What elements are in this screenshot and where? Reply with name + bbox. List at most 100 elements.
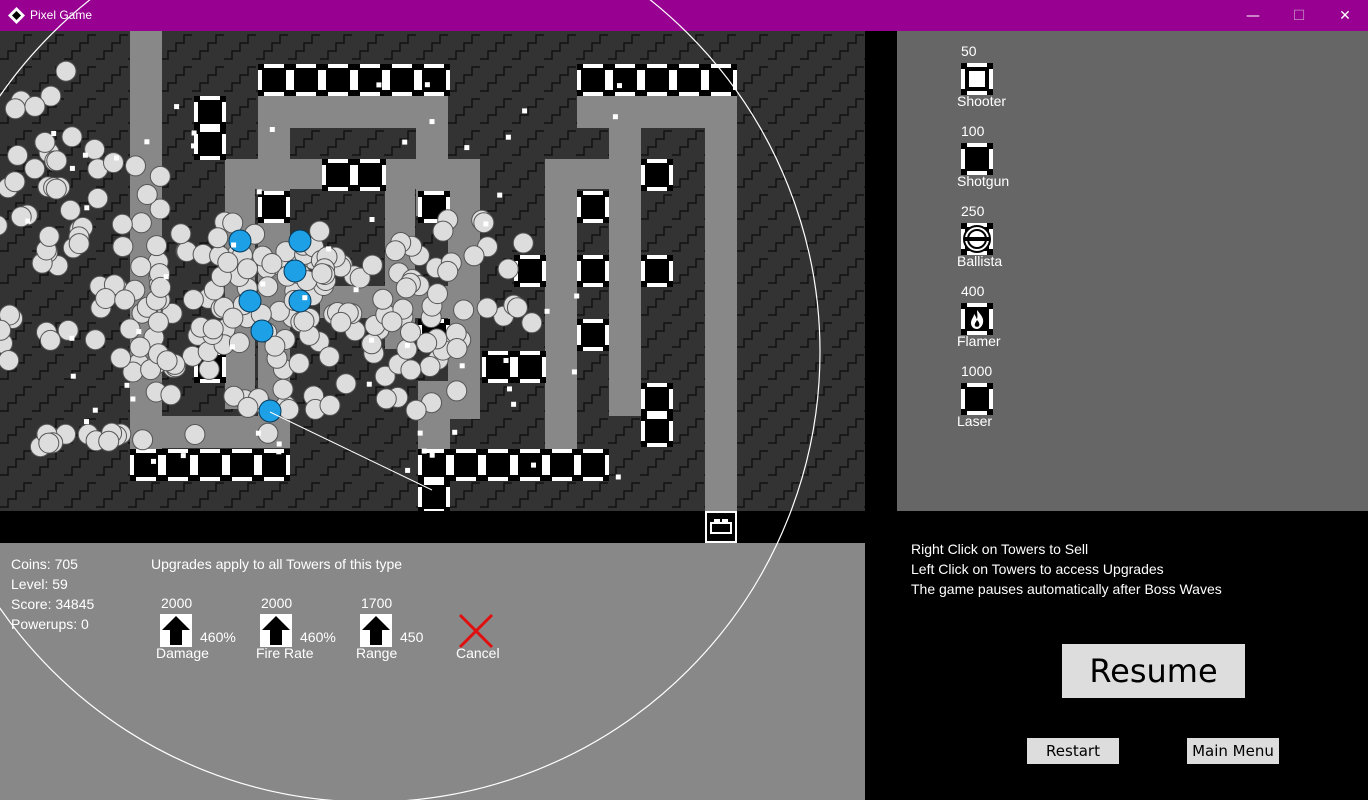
enemy — [319, 394, 341, 416]
restart-button[interactable]: Restart — [1027, 738, 1119, 764]
enemy — [261, 253, 283, 274]
enemy — [55, 60, 77, 82]
projectile — [84, 419, 89, 425]
projectile — [452, 429, 458, 435]
enemy — [156, 350, 178, 372]
enemy — [111, 213, 133, 235]
projectile — [531, 462, 536, 468]
shop-item-name: Flamer — [957, 333, 1001, 349]
resume-button[interactable]: Resume — [1062, 644, 1245, 698]
enemy — [10, 206, 32, 228]
shotgun-tower[interactable] — [577, 319, 609, 351]
projectile — [260, 281, 266, 287]
shotgun-tower[interactable] — [418, 64, 450, 96]
hint-pause: The game pauses automatically after Boss… — [911, 581, 1222, 597]
enemy — [446, 380, 468, 402]
shotgun-tower[interactable] — [641, 64, 673, 96]
shotgun-tower[interactable] — [162, 449, 194, 481]
laser-tower-icon — [961, 383, 993, 415]
shotgun-tower[interactable] — [514, 449, 546, 481]
title-bar[interactable]: Pixel Game — ☐ ✕ — [0, 0, 1368, 31]
shotgun-tower[interactable] — [482, 449, 514, 481]
projectile — [429, 452, 435, 458]
shotgun-tower[interactable] — [322, 64, 354, 96]
shop-item-shotgun[interactable]: 100 Shotgun — [957, 111, 1047, 191]
shotgun-tower[interactable] — [322, 159, 354, 191]
close-button[interactable]: ✕ — [1322, 0, 1368, 31]
shotgun-tower[interactable] — [354, 159, 386, 191]
enemy — [400, 359, 422, 381]
shotgun-tower[interactable] — [194, 449, 226, 481]
shotgun-tower[interactable] — [673, 64, 705, 96]
shotgun-tower[interactable] — [482, 351, 514, 383]
shotgun-tower[interactable] — [577, 255, 609, 287]
shotgun-tower[interactable] — [258, 64, 290, 96]
shotgun-tower[interactable] — [130, 449, 162, 481]
upgrade-range[interactable]: 1700 450 Range — [356, 595, 456, 665]
shop-item-shooter[interactable]: 50 Shooter — [957, 31, 1047, 111]
projectile — [424, 82, 430, 88]
projectile — [130, 396, 136, 402]
enemy — [119, 318, 141, 340]
upgrade-value: 460% — [200, 629, 236, 645]
shotgun-tower[interactable] — [641, 159, 673, 191]
main-menu-button[interactable]: Main Menu — [1187, 738, 1279, 764]
projectile — [276, 441, 282, 447]
projectile — [522, 108, 528, 114]
shop-item-flamer[interactable]: 400 Flamer — [957, 271, 1047, 351]
shop-item-price: 1000 — [961, 363, 993, 379]
shotgun-tower[interactable] — [546, 449, 578, 481]
upgrade-fire-rate[interactable]: 2000 460% Fire Rate — [256, 595, 356, 665]
shotgun-tower[interactable] — [577, 64, 609, 96]
enemy — [4, 98, 26, 120]
game-board[interactable] — [0, 31, 865, 511]
enemy — [146, 235, 168, 257]
cancel-label[interactable]: Cancel — [456, 645, 500, 661]
shotgun-tower[interactable] — [194, 96, 226, 128]
enemy — [61, 126, 83, 148]
shop-item-ballista[interactable]: 250 Ballista — [957, 191, 1047, 271]
shotgun-tower[interactable] — [514, 255, 546, 287]
enemy — [237, 396, 259, 418]
laser-tower[interactable] — [641, 255, 673, 287]
enemy — [396, 338, 418, 360]
shotgun-tower[interactable] — [577, 449, 609, 481]
projectile — [353, 287, 359, 293]
projectile — [417, 430, 423, 436]
shotgun-tower[interactable] — [386, 64, 418, 96]
shotgun-tower[interactable] — [450, 449, 482, 481]
upgrade-cost: 2000 — [261, 595, 293, 611]
projectile — [617, 83, 622, 89]
shotgun-tower[interactable] — [354, 64, 386, 96]
shotgun-tower[interactable] — [290, 64, 322, 96]
upgrade-damage[interactable]: 2000 460% Damage — [156, 595, 256, 665]
laser-tower[interactable] — [418, 481, 450, 511]
shotgun-tower[interactable] — [641, 415, 673, 447]
maximize-button[interactable]: ☐ — [1276, 0, 1322, 31]
shotgun-tower[interactable] — [258, 191, 290, 223]
projectile — [82, 152, 88, 158]
shotgun-tower[interactable] — [609, 64, 641, 96]
shotgun-tower[interactable] — [577, 191, 609, 223]
shotgun-tower[interactable] — [194, 128, 226, 160]
upgrade-label: Fire Rate — [256, 645, 314, 661]
projectile — [511, 401, 517, 407]
cancel-icon[interactable] — [458, 613, 494, 649]
enemy — [160, 384, 182, 406]
enemy — [184, 424, 206, 445]
frozen-enemy — [283, 259, 307, 283]
enemy — [39, 329, 61, 351]
shotgun-tower[interactable] — [514, 351, 546, 383]
upgrades-note: Upgrades apply to all Towers of this typ… — [151, 556, 403, 572]
shotgun-tower[interactable] — [226, 449, 258, 481]
enemy — [384, 240, 406, 262]
minimize-button[interactable]: — — [1230, 0, 1276, 31]
projectile — [144, 139, 150, 145]
projectile — [180, 453, 186, 459]
shotgun-tower[interactable] — [258, 449, 290, 481]
arrow-up-icon — [260, 614, 292, 647]
shotgun-tower[interactable] — [641, 383, 673, 415]
shop-item-laser[interactable]: 1000 Laser — [957, 351, 1047, 431]
enemy — [202, 318, 224, 340]
shotgun-tower[interactable] — [705, 64, 737, 96]
